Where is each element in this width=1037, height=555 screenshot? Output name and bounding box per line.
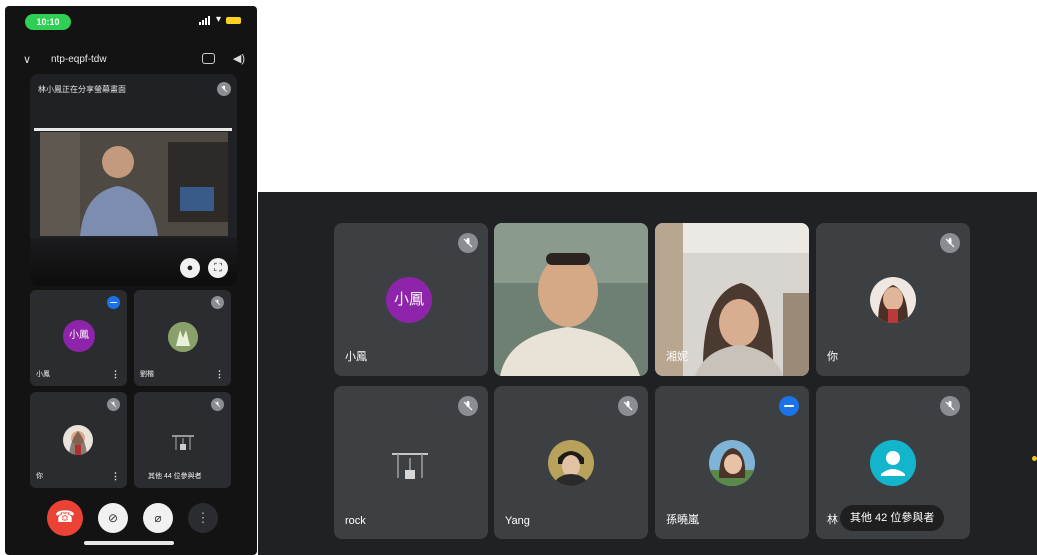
mic-active-icon bbox=[779, 396, 799, 416]
presentation-card[interactable]: 林小鳳正在分享螢幕畫面 ● ⛶ bbox=[30, 74, 237, 286]
participant-name: 孫曉嵐 bbox=[666, 514, 699, 526]
participant-name: 你 bbox=[36, 473, 43, 480]
mic-off-icon bbox=[107, 398, 120, 411]
participant-video bbox=[494, 223, 648, 376]
avatar bbox=[168, 424, 198, 454]
mic-off-icon bbox=[618, 396, 638, 416]
mic-off-icon bbox=[458, 396, 478, 416]
mic-toggle-button[interactable]: ⌀ bbox=[143, 503, 173, 533]
battery-icon bbox=[226, 16, 241, 24]
presentation-controls-area: ● ⛶ bbox=[30, 238, 237, 286]
phone-meet-window: 10:10 ▾ ∨ ntp-eqpf-tdw ◀) 林小鳳正在分享螢幕畫面 ● … bbox=[5, 6, 257, 555]
home-indicator bbox=[84, 541, 174, 545]
indicator-dot bbox=[1032, 456, 1037, 461]
end-call-icon: ☎ bbox=[55, 509, 75, 526]
participant-tile-video[interactable] bbox=[494, 223, 648, 376]
mic-off-icon bbox=[940, 233, 960, 253]
participant-name: 小鳳 bbox=[345, 351, 367, 363]
phone-participant-tile[interactable]: 小鳳 小鳳 ⋮ bbox=[30, 290, 127, 386]
more-icon: ⋮ bbox=[196, 510, 210, 525]
more-icon[interactable]: ⋮ bbox=[215, 369, 224, 380]
more-options-button[interactable]: ⋮ bbox=[188, 503, 218, 533]
mic-off-icon bbox=[458, 233, 478, 253]
phone-participant-tile[interactable]: 其他 44 位參與者 bbox=[134, 392, 231, 488]
participant-name: 小鳳 bbox=[36, 371, 50, 378]
participant-tile-video[interactable]: 湘妮 bbox=[655, 223, 809, 376]
avatar bbox=[386, 438, 434, 486]
mic-active-icon bbox=[107, 296, 120, 309]
participant-name: 你 bbox=[827, 351, 838, 363]
participant-tile[interactable]: 小鳳 小鳳 bbox=[334, 223, 488, 376]
participant-tile[interactable]: Yang bbox=[494, 386, 648, 539]
more-icon[interactable]: ⋮ bbox=[111, 471, 120, 482]
participant-name: 林 bbox=[827, 514, 838, 526]
meeting-bar: ∨ ntp-eqpf-tdw ◀) bbox=[5, 50, 257, 72]
mic-off-icon: ⌀ bbox=[154, 511, 162, 525]
more-participants-label: 其他 44 位參與者 bbox=[148, 473, 202, 480]
mic-off-icon bbox=[211, 296, 224, 309]
participant-tile[interactable]: 林 其他 42 位參與者 bbox=[816, 386, 970, 539]
avatar bbox=[870, 277, 916, 323]
status-time: 10:10 bbox=[25, 14, 71, 30]
phone-participant-tile[interactable]: 你 ⋮ bbox=[30, 392, 127, 488]
meet-grid-panel: 小鳳 小鳳 湘妮 你 rock Yang 孫曉嵐 林 其他 42 位參與者 bbox=[258, 192, 1037, 555]
fullscreen-icon[interactable]: ⛶ bbox=[208, 258, 228, 278]
wifi-icon: ▾ bbox=[215, 14, 221, 25]
signal-icon bbox=[198, 15, 211, 25]
participant-tile[interactable]: rock bbox=[334, 386, 488, 539]
avatar: 小鳳 bbox=[63, 320, 95, 352]
more-participants-chip[interactable]: 其他 42 位參與者 bbox=[840, 505, 945, 531]
shared-screen-edge bbox=[34, 128, 232, 131]
camera-switch-icon[interactable] bbox=[202, 53, 215, 64]
mic-icon[interactable]: ● bbox=[180, 258, 200, 278]
presenting-banner: 林小鳳正在分享螢幕畫面 bbox=[38, 85, 126, 94]
avatar: 小鳳 bbox=[386, 277, 432, 323]
avatar bbox=[63, 425, 93, 455]
chevron-down-icon[interactable]: ∨ bbox=[23, 53, 31, 66]
participant-name: Yang bbox=[505, 515, 530, 527]
participant-name: 劉楷 bbox=[140, 371, 154, 378]
default-avatar-icon bbox=[870, 440, 916, 486]
mic-off-icon bbox=[211, 398, 224, 411]
status-icons: ▾ bbox=[198, 14, 241, 25]
participant-name: rock bbox=[345, 515, 366, 527]
mic-off-icon bbox=[940, 396, 960, 416]
camera-toggle-button[interactable]: ⊘ bbox=[98, 503, 128, 533]
shared-screen-video bbox=[40, 132, 228, 236]
status-bar: 10:10 ▾ bbox=[5, 6, 257, 36]
phone-participant-tile[interactable]: 劉楷 ⋮ bbox=[134, 290, 231, 386]
participant-tile[interactable]: 孫曉嵐 bbox=[655, 386, 809, 539]
participant-tile[interactable]: 你 bbox=[816, 223, 970, 376]
camera-off-icon: ⊘ bbox=[107, 511, 119, 525]
avatar bbox=[709, 440, 755, 486]
participant-name: 湘妮 bbox=[666, 351, 688, 363]
speaker-icon[interactable]: ◀) bbox=[233, 52, 245, 65]
end-call-button[interactable]: ☎ bbox=[47, 500, 83, 536]
meeting-code[interactable]: ntp-eqpf-tdw bbox=[51, 54, 107, 65]
avatar bbox=[168, 322, 198, 352]
more-icon[interactable]: ⋮ bbox=[111, 369, 120, 380]
avatar bbox=[548, 440, 594, 486]
mic-off-icon bbox=[217, 82, 231, 96]
